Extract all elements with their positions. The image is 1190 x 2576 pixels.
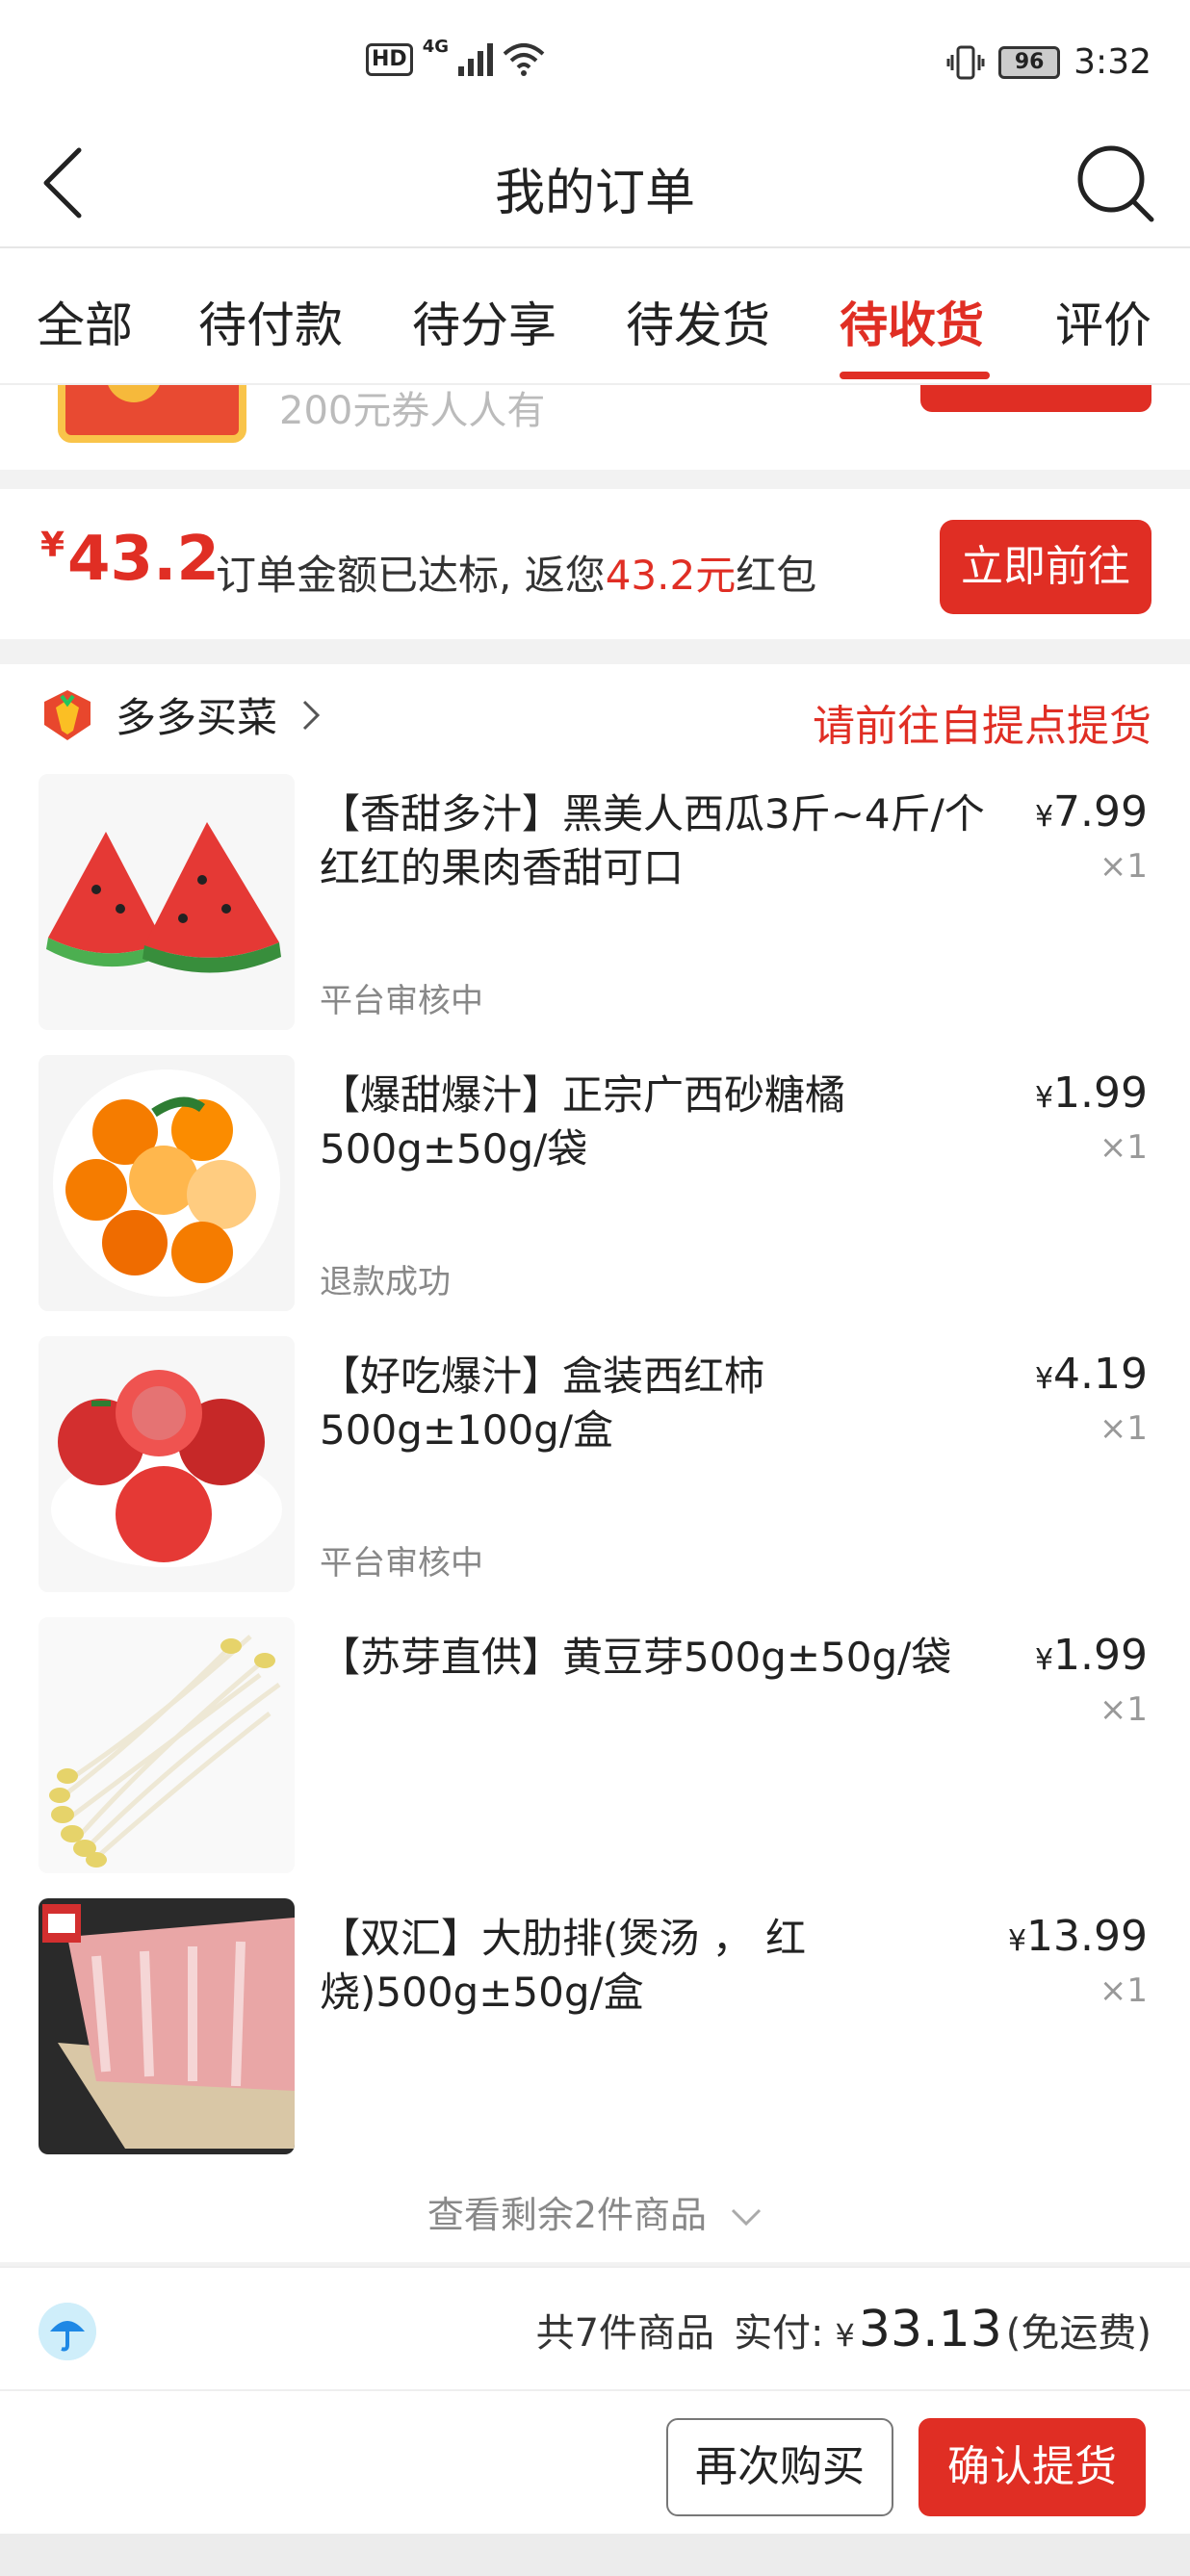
order-item[interactable]: 【香甜多汁】黑美人西瓜3斤~4斤/个红红的果肉香甜可口 ¥7.99 ×1 平台审… bbox=[0, 774, 1190, 1036]
rebate-text-before: 订单金额已达标, 返您 bbox=[216, 552, 606, 599]
tab-review[interactable]: 评价 bbox=[1055, 287, 1151, 356]
item-status: 平台审核中 bbox=[320, 982, 483, 1020]
item-price-value: 7.99 bbox=[1053, 787, 1148, 837]
item-price: ¥7.99 bbox=[1035, 787, 1148, 837]
signal-icon bbox=[458, 43, 493, 76]
summary-text: 共7件商品 实付: ¥ 33.13 (免运费) bbox=[536, 2301, 1151, 2358]
app-header: 我的订单 bbox=[0, 125, 1190, 248]
rebate-text-highlight: 43.2元 bbox=[605, 552, 737, 599]
order-item[interactable]: 【好吃爆汁】盒装西红柿500g±100g/盒 ¥4.19 ×1 平台审核中 bbox=[0, 1336, 1190, 1598]
page-title: 我的订单 bbox=[494, 165, 695, 222]
status-network-group: HD 4G bbox=[366, 37, 545, 77]
item-quantity: ×1 bbox=[1099, 1690, 1148, 1729]
paid-amount: 33.13 bbox=[858, 2301, 1002, 2358]
item-price: ¥1.99 bbox=[1035, 1069, 1148, 1118]
view-more-items[interactable]: 查看剩余2件商品 bbox=[0, 2185, 1190, 2238]
item-status: 平台审核中 bbox=[320, 1544, 483, 1583]
tab-pending-receipt[interactable]: 待收货 bbox=[840, 287, 984, 356]
vibrate-icon bbox=[946, 45, 985, 79]
shop-link[interactable]: 多多买菜 bbox=[39, 685, 322, 744]
orange-icon bbox=[39, 1055, 295, 1311]
battery-icon: 96 bbox=[998, 45, 1061, 79]
view-more-label: 查看剩余2件商品 bbox=[427, 2194, 708, 2236]
pickup-notice: 请前往自提点提货 bbox=[813, 702, 1151, 751]
confirm-pickup-button[interactable]: 确认提货 bbox=[918, 2418, 1146, 2516]
pork-ribs-icon bbox=[39, 1898, 295, 2154]
shop-logo-icon bbox=[44, 689, 91, 740]
item-count: 共7件商品 bbox=[535, 2311, 715, 2356]
hd-badge: HD bbox=[366, 43, 413, 76]
paid-label: 实付: bbox=[734, 2311, 824, 2356]
order-item[interactable]: 【爆甜爆汁】正宗广西砂糖橘500g±50g/袋 ¥1.99 ×1 退款成功 bbox=[0, 1055, 1190, 1317]
item-quantity: ×1 bbox=[1099, 1128, 1148, 1167]
item-name: 【爆甜爆汁】正宗广西砂糖橘500g±50g/袋 bbox=[320, 1071, 846, 1172]
item-price-value: 4.19 bbox=[1053, 1350, 1148, 1399]
item-price: ¥1.99 bbox=[1035, 1631, 1148, 1680]
item-quantity: ×1 bbox=[1099, 847, 1148, 886]
item-quantity: ×1 bbox=[1099, 1409, 1148, 1448]
bean-sprout-icon bbox=[39, 1617, 295, 1873]
clock: 3:32 bbox=[1074, 42, 1151, 82]
item-price: ¥4.19 bbox=[1035, 1350, 1148, 1399]
umbrella-icon bbox=[39, 2303, 96, 2360]
tomato-icon bbox=[39, 1336, 295, 1592]
buy-again-button[interactable]: 再次购买 bbox=[666, 2418, 893, 2516]
rebate-currency: ¥ bbox=[40, 526, 65, 565]
status-right-group: 96 3:32 bbox=[946, 42, 1151, 82]
rebate-amount: 43.2 bbox=[67, 524, 220, 595]
search-icon[interactable] bbox=[1074, 142, 1155, 223]
promo-text: 200元券人人有 bbox=[279, 389, 546, 433]
item-price: ¥13.99 bbox=[1008, 1912, 1148, 1961]
go-now-button[interactable]: 立即前往 bbox=[940, 520, 1151, 614]
status-bar: HD 4G 96 3:32 bbox=[0, 0, 1190, 125]
watermelon-icon bbox=[39, 774, 295, 1030]
paid-currency: ¥ bbox=[835, 2317, 855, 2354]
rebate-message: 订单金额已达标, 返您43.2元红包 bbox=[216, 543, 816, 602]
item-currency: ¥ bbox=[1034, 1362, 1054, 1396]
shop-name: 多多买菜 bbox=[116, 694, 278, 741]
order-summary: 共7件商品 实付: ¥ 33.13 (免运费) bbox=[0, 2266, 1190, 2389]
item-name: 【双汇】大肋排(煲汤 ， 红烧)500g±50g/盒 bbox=[320, 1915, 807, 2016]
item-name: 【香甜多汁】黑美人西瓜3斤~4斤/个红红的果肉香甜可口 bbox=[320, 790, 985, 891]
item-quantity: ×1 bbox=[1099, 1971, 1148, 2010]
item-name: 【好吃爆汁】盒装西红柿500g±100g/盒 bbox=[320, 1352, 765, 1454]
item-currency: ¥ bbox=[1034, 1081, 1054, 1115]
item-name: 【苏芽直供】黄豆芽500g±50g/袋 bbox=[320, 1634, 952, 1681]
network-type: 4G bbox=[422, 36, 449, 57]
promo-button[interactable] bbox=[920, 385, 1151, 412]
order-card: 多多买菜 请前往自提点提货 【香甜多汁】黑美人西瓜3斤~4斤/个红红的果肉香甜可… bbox=[0, 664, 1190, 2262]
tab-pending-payment[interactable]: 待付款 bbox=[198, 287, 343, 356]
item-price-value: 1.99 bbox=[1053, 1631, 1148, 1680]
chevron-down-icon bbox=[732, 2208, 762, 2227]
next-card-edge bbox=[0, 2534, 1190, 2576]
order-item[interactable]: 【双汇】大肋排(煲汤 ， 红烧)500g±50g/盒 ¥13.99 ×1 bbox=[0, 1898, 1190, 2160]
item-price-value: 13.99 bbox=[1026, 1912, 1148, 1961]
shipping-note: (免运费) bbox=[1005, 2311, 1151, 2356]
chevron-right-icon bbox=[302, 700, 321, 730]
item-status: 退款成功 bbox=[320, 1263, 451, 1301]
order-item[interactable]: 【苏芽直供】黄豆芽500g±50g/袋 ¥1.99 ×1 bbox=[0, 1617, 1190, 1879]
tab-all[interactable]: 全部 bbox=[37, 287, 133, 356]
order-actions: 再次购买 确认提货 bbox=[0, 2389, 1190, 2534]
tab-pending-shipment[interactable]: 待发货 bbox=[626, 287, 770, 356]
rebate-card: ¥ 43.2 订单金额已达标, 返您43.2元红包 立即前往 bbox=[0, 489, 1190, 639]
rebate-text-after: 红包 bbox=[736, 552, 817, 599]
wifi-icon bbox=[503, 43, 545, 76]
item-currency: ¥ bbox=[1034, 800, 1054, 834]
item-currency: ¥ bbox=[1034, 1643, 1054, 1677]
item-price-value: 1.99 bbox=[1053, 1069, 1148, 1118]
item-currency: ¥ bbox=[1007, 1924, 1027, 1958]
tab-pending-share[interactable]: 待分享 bbox=[412, 287, 556, 356]
active-tab-indicator bbox=[840, 372, 990, 379]
promo-banner[interactable]: ¥ 200元券人人有 bbox=[0, 385, 1190, 470]
order-tabs: 全部 待付款 待分享 待发货 待收货 评价 bbox=[0, 248, 1190, 385]
